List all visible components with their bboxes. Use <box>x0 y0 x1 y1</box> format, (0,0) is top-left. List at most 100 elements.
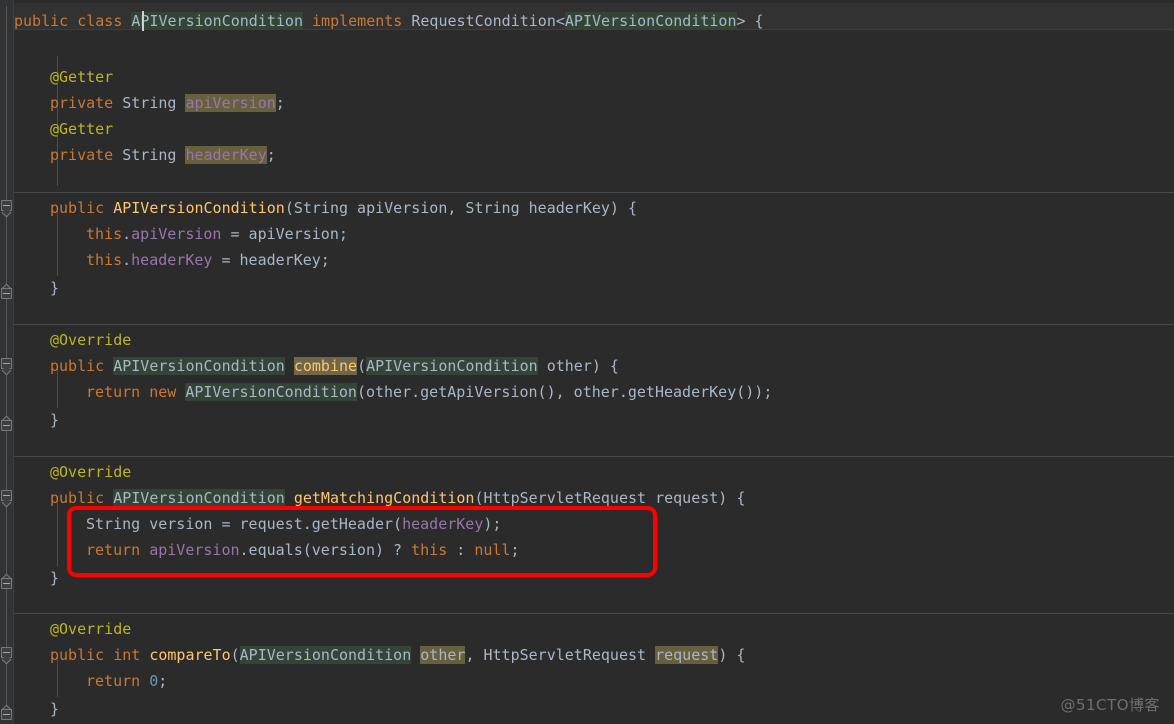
code-line: @Getter <box>50 64 113 90</box>
code-token: String <box>122 146 177 164</box>
code-token: request <box>655 646 719 664</box>
code-line: return apiVersion.equals(version) ? this… <box>86 537 520 563</box>
code-editor[interactable]: public class APIVersionCondition impleme… <box>0 0 1174 724</box>
code-line: private String apiVersion; <box>50 90 285 116</box>
code-token: private <box>50 94 114 112</box>
code-line: public class APIVersionCondition impleme… <box>14 8 764 34</box>
code-line: } <box>50 565 59 591</box>
code-token: ; <box>158 672 168 690</box>
code-line: private String headerKey; <box>50 142 276 168</box>
code-token: : <box>447 541 475 559</box>
code-token: public <box>50 357 105 375</box>
code-token: APIVersionCondition <box>131 12 303 30</box>
code-token: new <box>149 383 177 401</box>
code-line: public APIVersionCondition getMatchingCo… <box>50 485 745 511</box>
code-token: public <box>50 646 105 664</box>
code-line: } <box>50 407 59 433</box>
text-caret <box>142 11 144 31</box>
code-text-area[interactable]: public class APIVersionCondition impleme… <box>0 0 1174 724</box>
code-token: ( <box>357 357 367 375</box>
code-token: implements <box>312 12 403 30</box>
code-token: > { <box>736 12 764 30</box>
code-token: headerKey <box>131 251 213 269</box>
code-token: return <box>86 672 141 690</box>
code-token: String <box>122 94 177 112</box>
code-token: APIVersionCondition <box>113 489 285 507</box>
code-line: } <box>50 275 59 301</box>
code-token: apiVersion <box>185 94 276 112</box>
code-token: @Override <box>50 620 132 638</box>
code-token: .equals(version) ? <box>239 541 412 559</box>
code-token: @Override <box>50 331 132 349</box>
code-line: public APIVersionCondition(String apiVer… <box>50 195 637 221</box>
code-token: APIVersionCondition <box>564 12 737 30</box>
code-token: (String apiVersion, String headerKey) { <box>284 199 638 217</box>
code-line: public APIVersionCondition combine(APIVe… <box>50 353 619 379</box>
code-token: (HttpServletRequest request) { <box>474 489 746 507</box>
code-token: = apiVersion; <box>221 225 348 243</box>
code-token: headerKey <box>402 515 484 533</box>
code-token: null <box>474 541 511 559</box>
code-token: APIVersionCondition <box>239 646 412 664</box>
code-token: , HttpServletRequest <box>465 646 656 664</box>
code-token: combine <box>293 357 358 375</box>
code-token: compareTo <box>149 646 231 664</box>
code-line: this.apiVersion = apiVersion; <box>86 221 348 247</box>
code-token: public <box>50 199 105 217</box>
code-token: ); <box>483 515 502 533</box>
code-token: public <box>50 489 105 507</box>
code-line: this.headerKey = headerKey; <box>86 247 330 273</box>
code-token: other) { <box>537 357 619 375</box>
code-line: @Getter <box>50 116 113 142</box>
code-token: private <box>50 146 114 164</box>
code-token: return <box>86 541 141 559</box>
watermark-label: @51CTO博客 <box>1060 696 1160 714</box>
code-token: APIVersionCondition <box>366 357 538 375</box>
code-token: this <box>86 225 123 243</box>
code-token: ; <box>266 146 276 164</box>
code-token: class <box>77 12 123 30</box>
code-token: APIVersionCondition <box>113 357 285 375</box>
code-token: } <box>50 569 60 587</box>
code-line: } <box>50 696 59 722</box>
code-token: } <box>50 700 60 718</box>
code-line: public int compareTo(APIVersionCondition… <box>50 642 745 668</box>
code-token: . <box>122 251 132 269</box>
code-line: @Override <box>50 327 131 353</box>
code-line: return 0; <box>86 668 167 694</box>
code-line: @Override <box>50 616 131 642</box>
code-token: apiVersion <box>149 541 240 559</box>
code-token: = headerKey; <box>212 251 330 269</box>
code-token: @Getter <box>50 68 114 86</box>
code-token: int <box>113 646 141 664</box>
code-line: @Override <box>50 459 131 485</box>
code-token: apiVersion <box>131 225 222 243</box>
code-token: this <box>86 251 123 269</box>
code-token: . <box>122 225 132 243</box>
code-token: APIVersionCondition <box>185 383 357 401</box>
code-token: headerKey <box>185 146 267 164</box>
code-token: other <box>420 646 466 664</box>
code-token: RequestCondition< <box>411 12 565 30</box>
code-token: ; <box>275 94 285 112</box>
code-token: } <box>50 279 60 297</box>
code-token: version = request.getHeader( <box>140 515 403 533</box>
code-line: return new APIVersionCondition(other.get… <box>86 379 772 405</box>
code-token: public <box>14 12 69 30</box>
code-token: APIVersionCondition <box>113 199 285 217</box>
code-token: @Override <box>50 463 132 481</box>
code-token: ; <box>510 541 520 559</box>
